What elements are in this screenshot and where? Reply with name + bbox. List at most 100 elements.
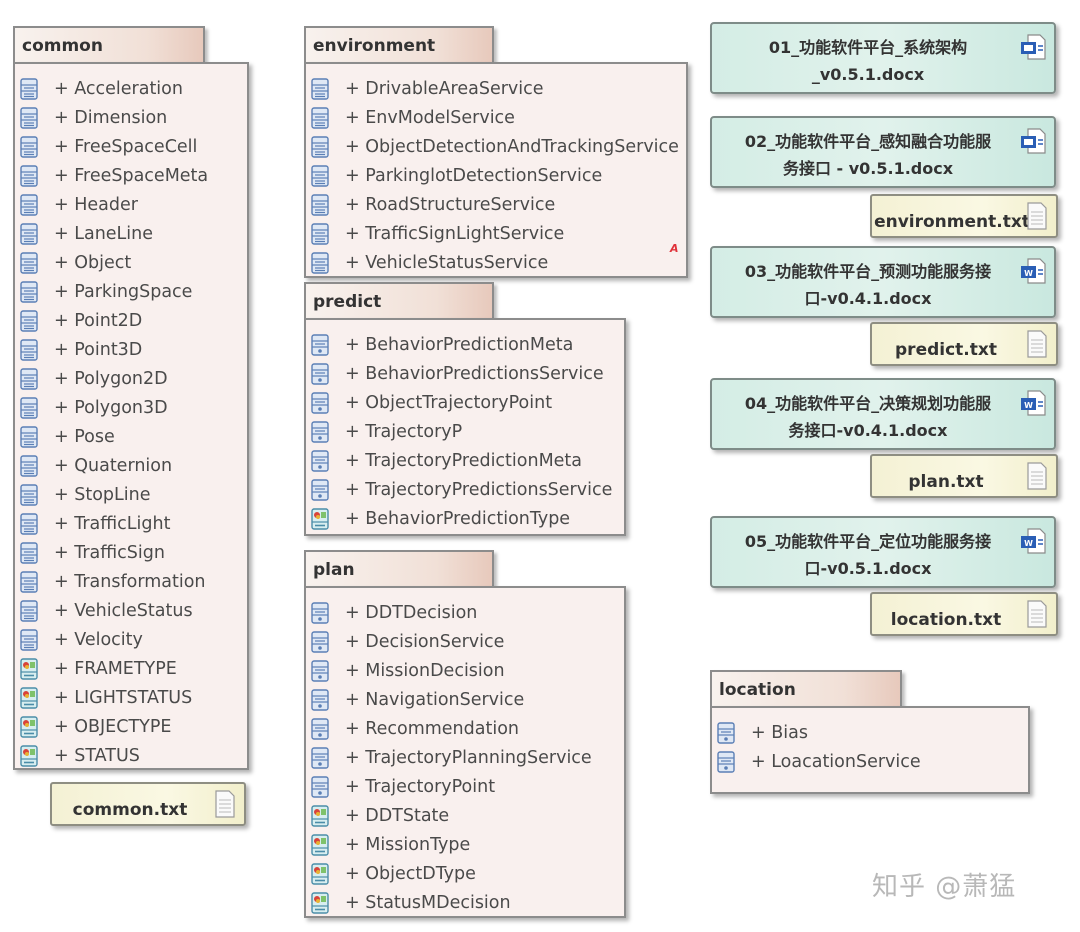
document-name: 02_功能软件平台_感知融合功能服 务接口 - v0.5.1.docx [722,128,1014,182]
package-item[interactable]: + LoacationService [712,747,1028,776]
class-icon [20,483,38,506]
package-item[interactable]: + Acceleration [15,74,247,103]
package-item[interactable]: + ObjectDType [306,859,624,888]
text-file-node[interactable]: location.txt [870,592,1058,636]
package-item-label: + TrajectoryPoint [345,776,496,797]
package-item-label: + VehicleStatusService [345,252,549,273]
package-item[interactable]: + TrafficSign [15,538,247,567]
package-item[interactable]: + TrafficLight [15,509,247,538]
class-icon [20,454,38,477]
package-item-label: + NavigationService [345,689,525,710]
package-item[interactable]: + VehicleStatus [15,596,247,625]
package-item[interactable]: + Point3D [15,335,247,364]
package-item[interactable]: + ObjectDetectionAndTrackingService [306,132,686,161]
package-item-label: + DrivableAreaService [345,78,544,99]
package-title: plan [313,560,355,580]
package-item[interactable]: + RoadStructureService [306,190,686,219]
package-item[interactable]: + BehaviorPredictionMeta [306,330,624,359]
class-icon [311,775,329,798]
package-item[interactable]: + BehaviorPredictionType [306,504,624,533]
document-name: 04_功能软件平台_决策规划功能服 务接口-v0.4.1.docx [722,390,1014,444]
package-item[interactable]: + LaneLine [15,219,247,248]
package-item[interactable]: + FreeSpaceMeta [15,161,247,190]
text-file-icon [1027,462,1047,490]
package-item[interactable]: + ParkinglotDetectionService [306,161,686,190]
package-item-label: + TrajectoryPredictionsService [345,479,613,500]
package-item[interactable]: + Quaternion [15,451,247,480]
package-item-label: + ParkinglotDetectionService [345,165,603,186]
package-item[interactable]: + ObjectTrajectoryPoint [306,388,624,417]
enumeration-icon [20,686,38,709]
text-file-name: common.txt [72,800,188,820]
text-file-node[interactable]: plan.txt [870,454,1058,498]
class-icon [20,106,38,129]
package-item[interactable]: + Polygon2D [15,364,247,393]
package-item[interactable]: + TrajectoryPoint [306,772,624,801]
package-item[interactable]: + DrivableAreaService [306,74,686,103]
package-item[interactable]: + Dimension [15,103,247,132]
class-icon [311,77,329,100]
package-item-label: + STATUS [54,745,140,766]
text-file-node[interactable]: predict.txt [870,322,1058,366]
package-item-label: + ParkingSpace [54,281,193,302]
package-title: common [22,36,103,56]
class-icon [311,164,329,187]
package-item[interactable]: + FreeSpaceCell [15,132,247,161]
package-item-label: + StopLine [54,484,151,505]
package-item[interactable]: + Transformation [15,567,247,596]
document-node[interactable]: 02_功能软件平台_感知融合功能服 务接口 - v0.5.1.docx [710,116,1056,188]
package-item[interactable]: + DDTDecision [306,598,624,627]
package-item[interactable]: + TrajectoryP [306,417,624,446]
package-item[interactable]: + Pose [15,422,247,451]
package-item[interactable]: + MissionDecision [306,656,624,685]
package-item[interactable]: + Recommendation [306,714,624,743]
package-item[interactable]: + VehicleStatusService [306,248,686,277]
package-item-label: + Object [54,252,132,273]
package-item[interactable]: + NavigationService [306,685,624,714]
package-item[interactable]: + FRAMETYPE [15,654,247,683]
document-node[interactable]: 03_功能软件平台_预测功能服务接 口-v0.4.1.docx W [710,246,1056,318]
package-item[interactable]: + STATUS [15,741,247,770]
package-item[interactable]: + TrafficSignLightService [306,219,686,248]
document-node[interactable]: 04_功能软件平台_决策规划功能服 务接口-v0.4.1.docx W [710,378,1056,450]
package-item[interactable]: + BehaviorPredictionsService [306,359,624,388]
package-item-label: + StatusMDecision [345,892,511,913]
document-node[interactable]: 01_功能软件平台_系统架构 _v0.5.1.docx [710,22,1056,94]
package-item[interactable]: + LIGHTSTATUS [15,683,247,712]
package-item-label: + Bias [751,722,808,743]
package-body: + Bias + LoacationService [710,706,1030,794]
package-item[interactable]: + DecisionService [306,627,624,656]
enumeration-icon [311,891,329,914]
package-item[interactable]: + EnvModelService [306,103,686,132]
package-item[interactable]: + TrajectoryPredictionsService [306,475,624,504]
package-item-label: + TrajectoryPredictionMeta [345,450,583,471]
package-item[interactable]: + StopLine [15,480,247,509]
package-item[interactable]: + Velocity [15,625,247,654]
text-file-node[interactable]: common.txt [50,782,246,826]
package-body: + BehaviorPredictionMeta + BehaviorPredic… [304,318,626,536]
package-item[interactable]: + ParkingSpace [15,277,247,306]
document-name-line1: 03_功能软件平台_预测功能服务接 [744,262,992,281]
document-node[interactable]: 05_功能软件平台_定位功能服务接 口-v0.5.1.docx W [710,516,1056,588]
package-item[interactable]: + Object [15,248,247,277]
class-icon [311,106,329,129]
package-item[interactable]: + TrajectoryPredictionMeta [306,446,624,475]
class-icon [311,688,329,711]
class-icon [20,280,38,303]
package-title: location [719,680,796,700]
class-icon [311,449,329,472]
word-doc-icon: W [1021,528,1046,554]
package-item[interactable]: + TrajectoryPlanningService [306,743,624,772]
class-icon [311,333,329,356]
package-item[interactable]: + Bias [712,718,1028,747]
package-item[interactable]: + DDTState [306,801,624,830]
package-item[interactable]: + StatusMDecision [306,888,624,917]
package-item[interactable]: + Header [15,190,247,219]
package-item-label: + DDTState [345,805,450,826]
package-item-label: + BehaviorPredictionsService [345,363,604,384]
package-item[interactable]: + Polygon3D [15,393,247,422]
package-item[interactable]: + OBJECTYPE [15,712,247,741]
package-item[interactable]: + Point2D [15,306,247,335]
package-item[interactable]: + MissionType [306,830,624,859]
text-file-node[interactable]: environment.txt [870,194,1058,238]
